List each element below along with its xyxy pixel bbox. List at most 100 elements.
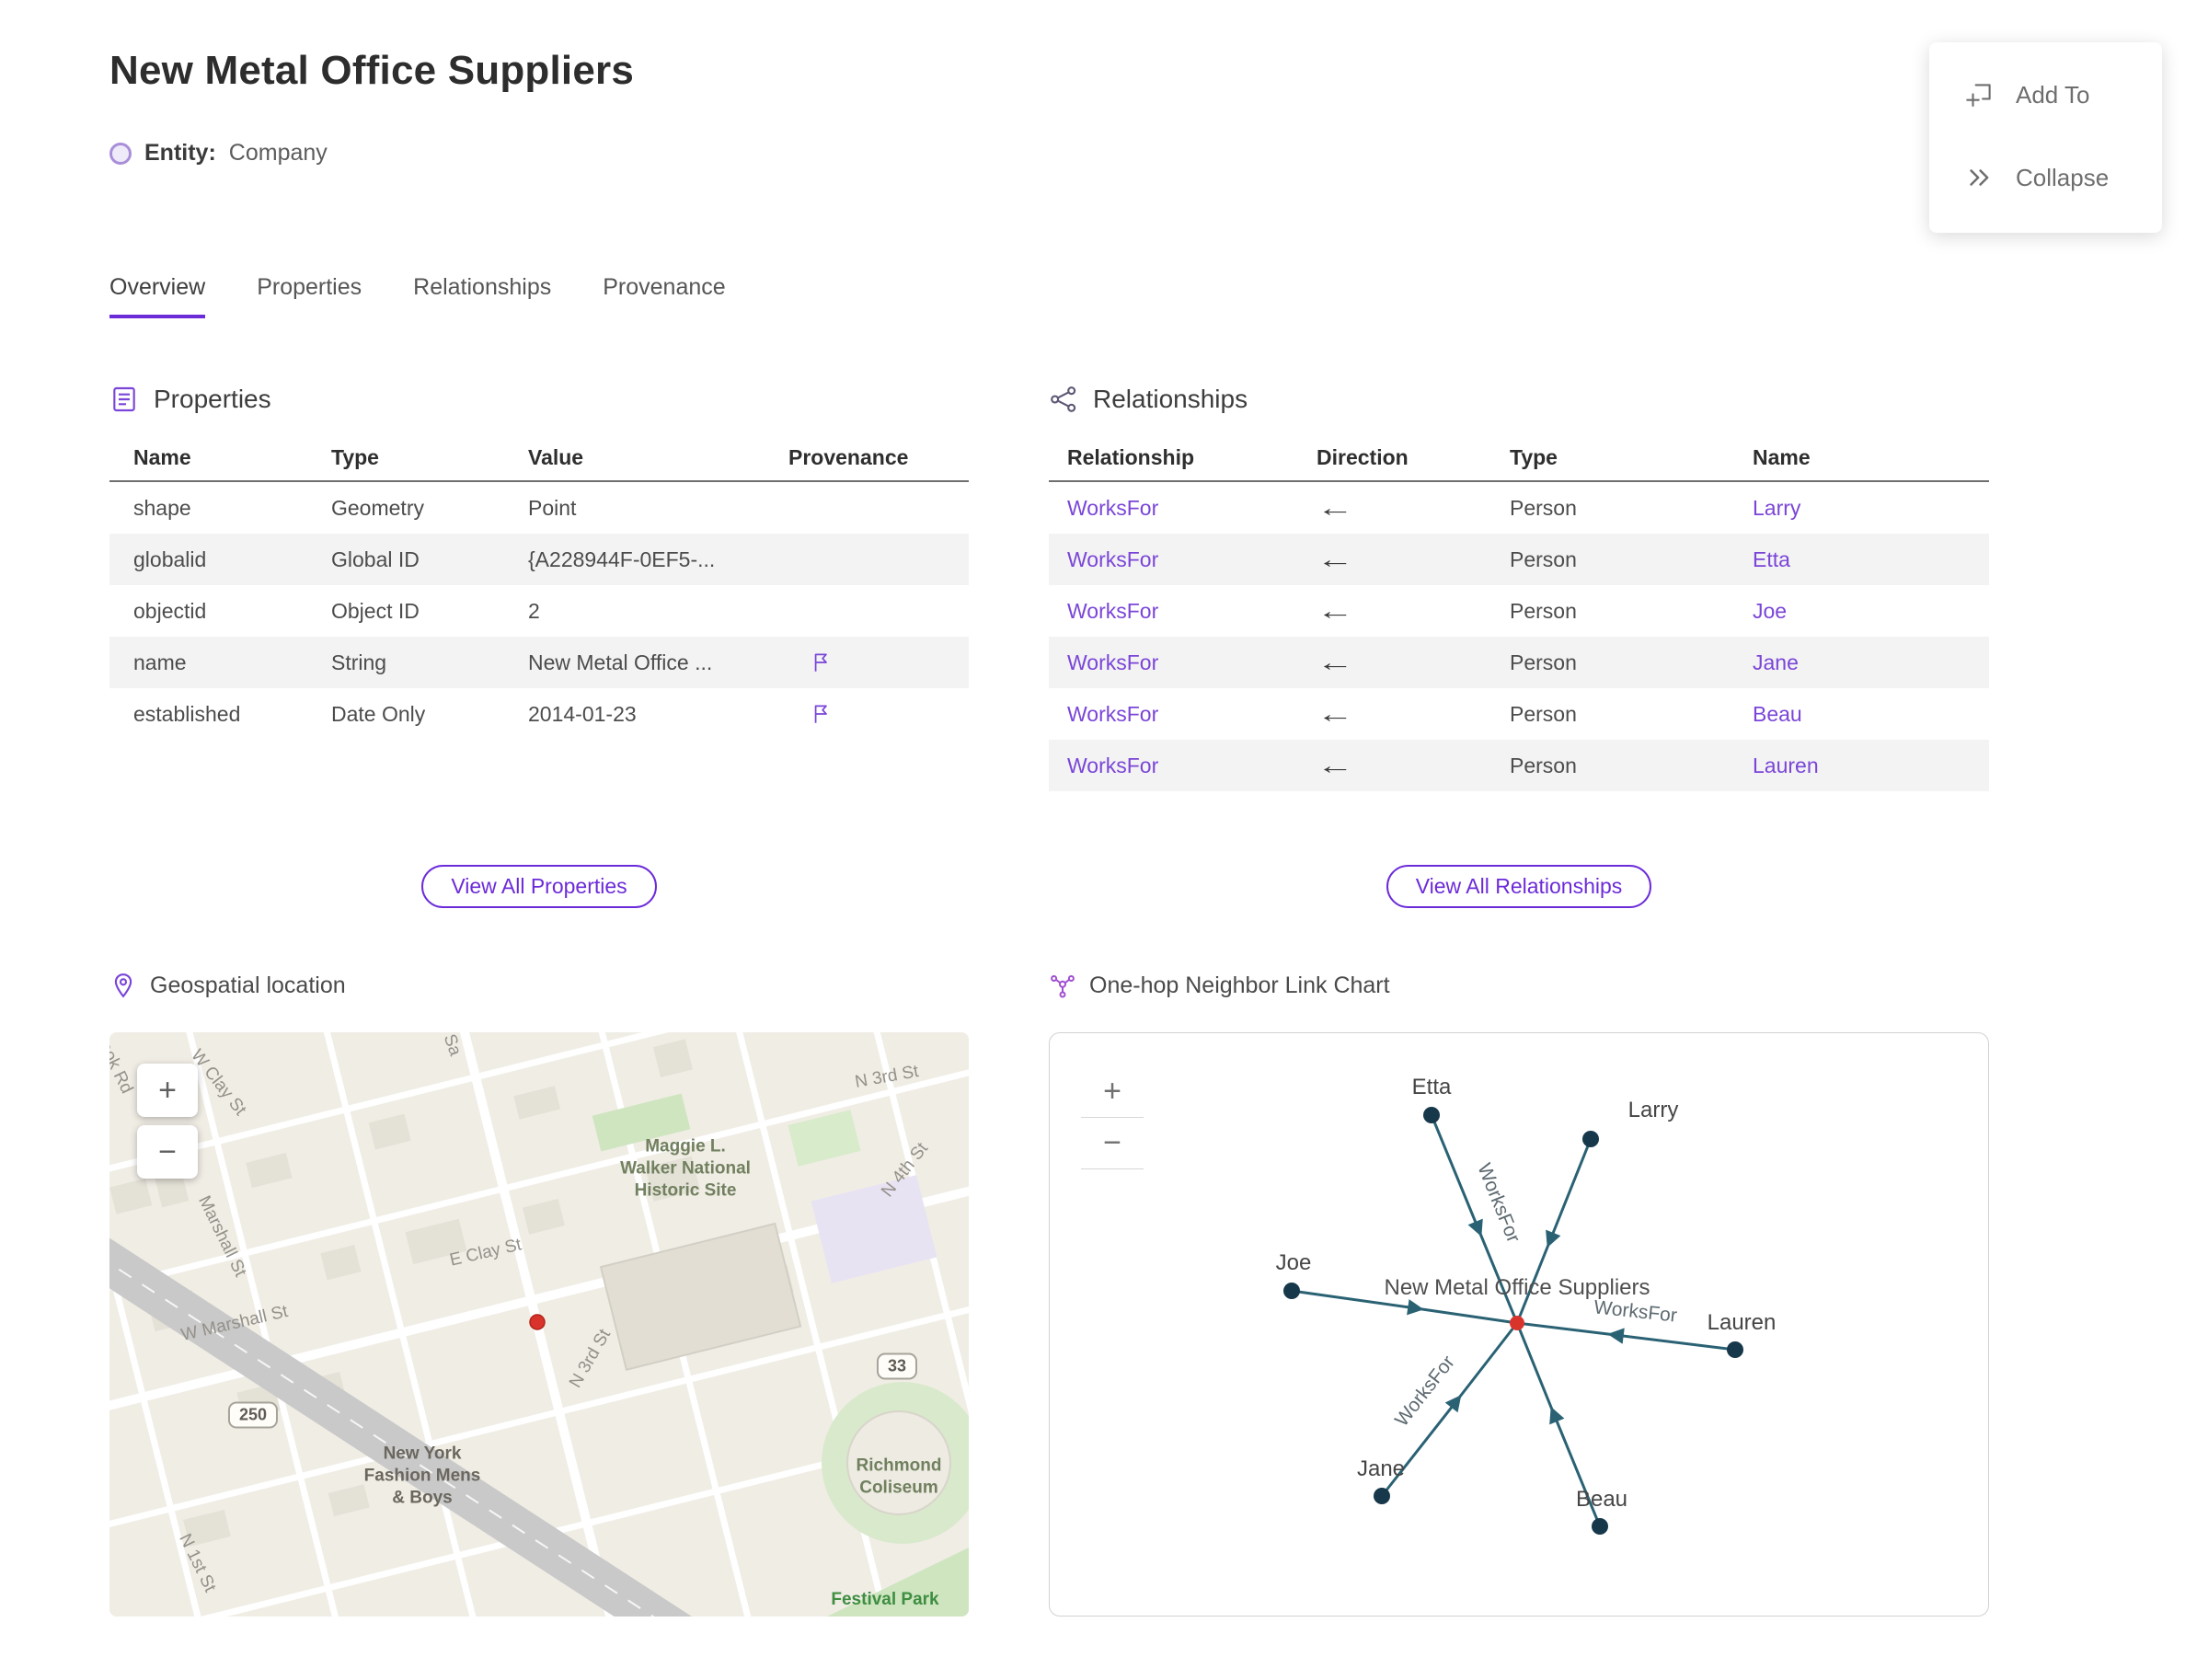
properties-section-heading: Properties bbox=[109, 385, 271, 414]
property-name: objectid bbox=[133, 598, 207, 623]
relationships-table-header: Relationship Direction Type Name bbox=[1049, 434, 1989, 482]
relationship-link[interactable]: WorksFor bbox=[1067, 702, 1317, 727]
tab-provenance[interactable]: Provenance bbox=[603, 274, 725, 318]
map-marker[interactable] bbox=[529, 1314, 546, 1330]
node-larry[interactable] bbox=[1582, 1131, 1599, 1147]
geospatial-heading: Geospatial location bbox=[109, 972, 346, 999]
table-row: objectid Object ID 2 bbox=[109, 585, 969, 637]
poi-label: Maggie L. Walker National Historic Site bbox=[620, 1136, 751, 1200]
map-zoom-control: + − bbox=[137, 1064, 198, 1187]
property-name: globalid bbox=[133, 547, 207, 571]
table-row: WorksFor ← Person Jane bbox=[1049, 637, 1989, 688]
property-name: shape bbox=[133, 495, 191, 520]
provenance-flag-icon[interactable] bbox=[809, 650, 833, 674]
node-label: Beau bbox=[1576, 1487, 1627, 1512]
table-row: WorksFor ← Person Etta bbox=[1049, 534, 1989, 585]
entity-link[interactable]: Larry bbox=[1753, 496, 1989, 521]
poi-label: Festival Park bbox=[831, 1590, 939, 1609]
relationships-section-heading: Relationships bbox=[1049, 385, 1248, 414]
col-relationship: Relationship bbox=[1067, 444, 1195, 469]
relationships-table: Relationship Direction Type Name WorksFo… bbox=[1049, 434, 1989, 791]
node-beau[interactable] bbox=[1592, 1518, 1608, 1535]
relationship-link[interactable]: WorksFor bbox=[1067, 547, 1317, 572]
property-type: Geometry bbox=[331, 495, 424, 520]
page-title: New Metal Office Suppliers bbox=[109, 48, 635, 93]
relationship-type: Person bbox=[1510, 701, 1577, 726]
tab-relationships[interactable]: Relationships bbox=[413, 274, 551, 318]
poi-label: Richmond Coliseum bbox=[856, 1456, 942, 1497]
property-value: 2014-01-23 bbox=[528, 701, 637, 726]
relationship-type: Person bbox=[1510, 650, 1577, 674]
relationship-type: Person bbox=[1510, 753, 1577, 777]
property-value: {A228944F-0EF5-... bbox=[528, 547, 716, 571]
link-chart-heading: One-hop Neighbor Link Chart bbox=[1049, 972, 1390, 999]
node-joe[interactable] bbox=[1283, 1283, 1300, 1299]
view-all-properties-button[interactable]: View All Properties bbox=[421, 865, 657, 908]
table-row: globalid Global ID {A228944F-0EF5-... bbox=[109, 534, 969, 585]
node-label: Joe bbox=[1276, 1250, 1312, 1275]
geospatial-heading-label: Geospatial location bbox=[150, 972, 346, 998]
map-pin-icon bbox=[114, 973, 132, 998]
add-to-button[interactable]: Add To bbox=[1929, 53, 2162, 136]
relationship-link[interactable]: WorksFor bbox=[1067, 754, 1317, 778]
table-row: name String New Metal Office ... bbox=[109, 637, 969, 688]
entity-type-icon bbox=[109, 142, 132, 165]
edge-label: WorksFor bbox=[1593, 1296, 1678, 1326]
poi-label: New York Fashion Mens & Boys bbox=[363, 1444, 481, 1507]
property-value: New Metal Office ... bbox=[528, 650, 713, 674]
entity-link[interactable]: Etta bbox=[1753, 547, 1989, 572]
node-label: Etta bbox=[1412, 1075, 1452, 1099]
direction-arrow: ← bbox=[1317, 751, 1354, 779]
table-row: shape Geometry Point bbox=[109, 482, 969, 534]
collapse-button[interactable]: Collapse bbox=[1929, 136, 2162, 219]
table-row: established Date Only 2014-01-23 bbox=[109, 688, 969, 740]
property-type: Global ID bbox=[331, 547, 420, 571]
chart-zoom-control: + − bbox=[1081, 1066, 1144, 1169]
node-label: Larry bbox=[1628, 1098, 1679, 1122]
node-center[interactable] bbox=[1510, 1316, 1524, 1330]
tab-properties[interactable]: Properties bbox=[257, 274, 362, 318]
link-chart-canvas[interactable]: + − WorksFor WorksFor WorksFor Etta Larr… bbox=[1049, 1032, 1989, 1617]
zoom-out-button[interactable]: − bbox=[137, 1125, 198, 1179]
edge-lauren bbox=[1516, 1321, 1736, 1352]
node-jane[interactable] bbox=[1374, 1488, 1390, 1504]
center-node-label: New Metal Office Suppliers bbox=[1384, 1275, 1650, 1300]
node-lauren[interactable] bbox=[1727, 1341, 1743, 1358]
relationship-link[interactable]: WorksFor bbox=[1067, 599, 1317, 624]
relationship-link[interactable]: WorksFor bbox=[1067, 650, 1317, 675]
property-name: name bbox=[133, 650, 187, 674]
view-all-relationships-button[interactable]: View All Relationships bbox=[1386, 865, 1652, 908]
map-canvas[interactable]: Brook Rd W Clay St Sa N 3rd St N 4th St … bbox=[109, 1032, 969, 1617]
zoom-out-button[interactable]: − bbox=[1081, 1118, 1144, 1169]
tab-overview[interactable]: Overview bbox=[109, 274, 206, 318]
link-chart-graph: WorksFor WorksFor WorksFor Etta Larry Jo… bbox=[1276, 1075, 1776, 1535]
col-value: Value bbox=[528, 444, 584, 469]
relationship-type: Person bbox=[1510, 547, 1577, 571]
entity-link[interactable]: Jane bbox=[1753, 650, 1989, 675]
col-provenance: Provenance bbox=[788, 444, 909, 469]
direction-arrow: ← bbox=[1317, 648, 1354, 676]
relationship-link[interactable]: WorksFor bbox=[1067, 496, 1317, 521]
col-type: Type bbox=[331, 444, 379, 469]
relationship-type: Person bbox=[1510, 598, 1577, 623]
entity-link[interactable]: Joe bbox=[1753, 599, 1989, 624]
relationships-heading-label: Relationships bbox=[1093, 385, 1248, 413]
table-row: WorksFor ← Person Larry bbox=[1049, 482, 1989, 534]
actions-panel: Add To Collapse bbox=[1929, 42, 2162, 233]
table-row: WorksFor ← Person Joe bbox=[1049, 585, 1989, 637]
property-value: Point bbox=[528, 495, 577, 520]
zoom-in-button[interactable]: + bbox=[137, 1064, 198, 1117]
relationship-type: Person bbox=[1510, 495, 1577, 520]
zoom-in-button[interactable]: + bbox=[1081, 1066, 1144, 1118]
entity-link[interactable]: Lauren bbox=[1753, 754, 1989, 778]
col-type: Type bbox=[1510, 444, 1558, 469]
entity-link[interactable]: Beau bbox=[1753, 702, 1989, 727]
direction-arrow: ← bbox=[1317, 596, 1354, 625]
properties-table-header: Name Type Value Provenance bbox=[109, 434, 969, 482]
provenance-cell bbox=[788, 702, 969, 726]
relationships-icon bbox=[1051, 386, 1076, 412]
col-name: Name bbox=[133, 444, 191, 469]
provenance-flag-icon[interactable] bbox=[809, 702, 833, 726]
direction-arrow: ← bbox=[1317, 493, 1354, 522]
node-etta[interactable] bbox=[1423, 1107, 1440, 1123]
